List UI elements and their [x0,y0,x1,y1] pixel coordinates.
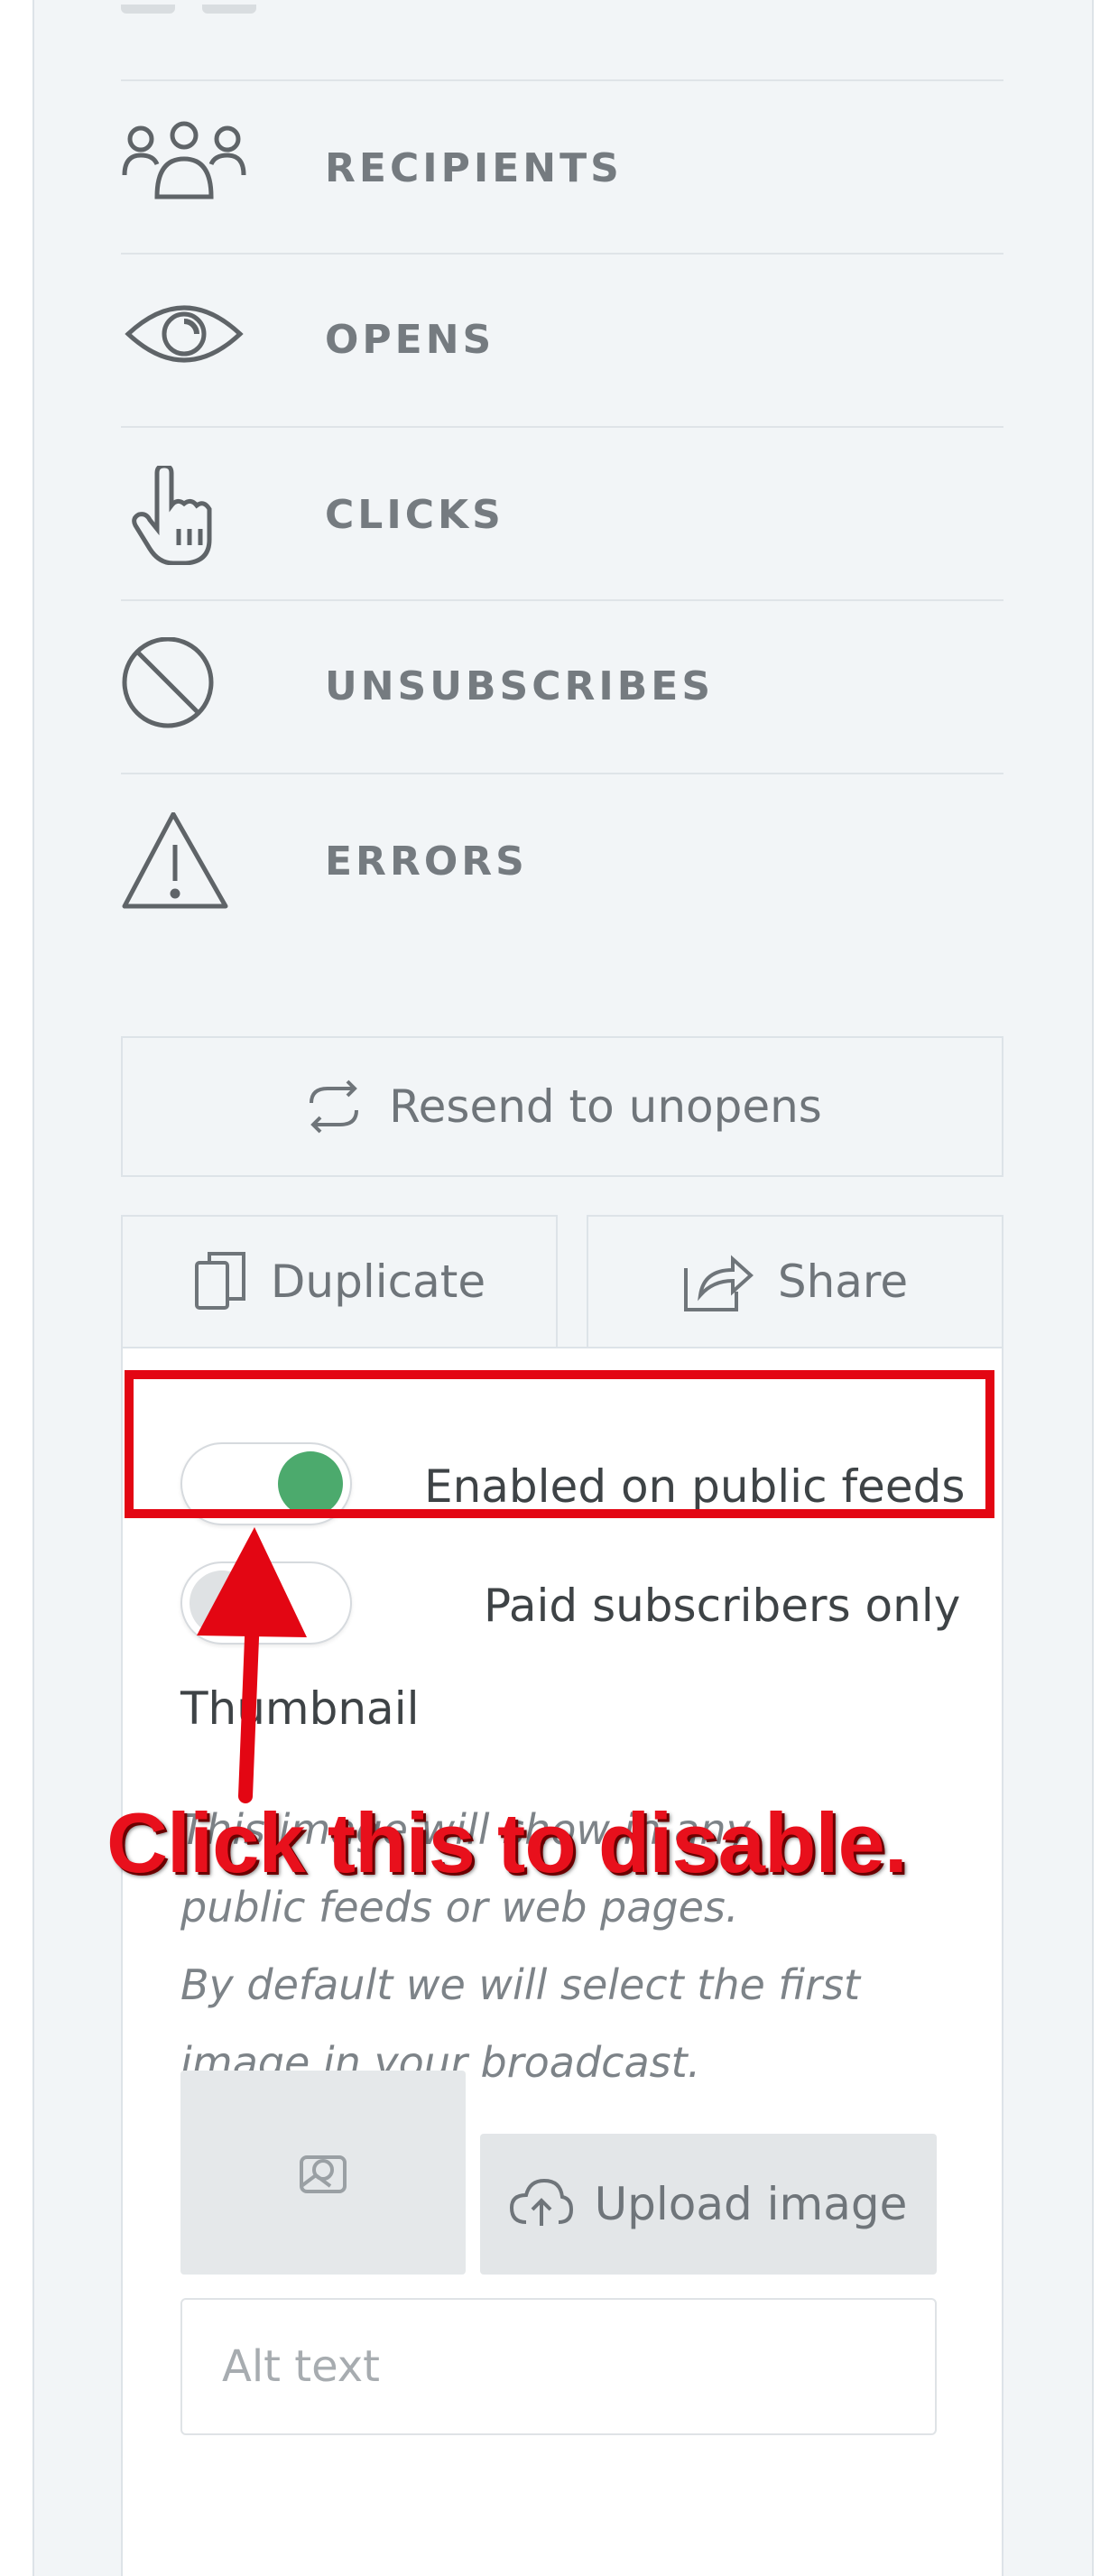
share-button[interactable]: Share [587,1215,1003,1348]
resend-to-unopens-button[interactable]: Resend to unopens [121,1036,1003,1177]
refresh-icon [310,1080,359,1134]
stat-opens[interactable]: OPENS [121,255,1003,426]
toggle-knob-off [190,1571,254,1635]
paid-only-toggle[interactable] [180,1561,352,1645]
duplicate-label: Duplicate [270,1256,486,1308]
stat-clicks[interactable]: CLICKS [121,430,1003,601]
stat-label: CLICKS [325,492,504,538]
thumbnail-preview [180,2071,466,2275]
annotation-text: Click this to disable. [106,1795,908,1890]
stat-label: UNSUBSCRIBES [325,663,715,709]
block-icon [121,636,247,737]
eye-icon [121,291,247,390]
feed-settings-card: Enabled on public feeds Paid subscribers… [121,1347,1003,2576]
image-placeholder-icon [300,2155,347,2193]
stat-recipients[interactable]: RECIPIENTS [121,83,1003,255]
upload-label: Upload image [594,2178,908,2230]
resend-label: Resend to unopens [389,1080,822,1133]
cloud-upload-icon [509,2179,573,2226]
thumbnail-label: Thumbnail [180,1682,420,1735]
stat-label: ERRORS [325,839,528,885]
paid-only-label: Paid subscribers only [484,1580,961,1632]
stat-unsubscribes[interactable]: UNSUBSCRIBES [121,601,1003,773]
warning-icon [121,811,247,912]
divider [121,79,1003,81]
upload-image-button[interactable]: Upload image [480,2134,937,2275]
share-label: Share [777,1256,909,1308]
share-icon [683,1255,754,1311]
annotation-highlight-box [125,1370,994,1518]
thumbnail-help-line: By default we will select the first [180,1960,861,2009]
stat-label: OPENS [325,317,495,363]
stat-errors[interactable]: ERRORS [121,776,1003,948]
divider [121,773,1003,774]
recipients-icon [121,119,247,218]
top-cutoff-element [121,0,482,14]
stat-label: RECIPIENTS [325,145,623,191]
divider [121,426,1003,428]
alt-text-input[interactable] [180,2298,937,2435]
duplicate-button[interactable]: Duplicate [121,1215,558,1348]
hand-pointer-icon [121,463,247,566]
duplicate-icon [194,1252,245,1310]
